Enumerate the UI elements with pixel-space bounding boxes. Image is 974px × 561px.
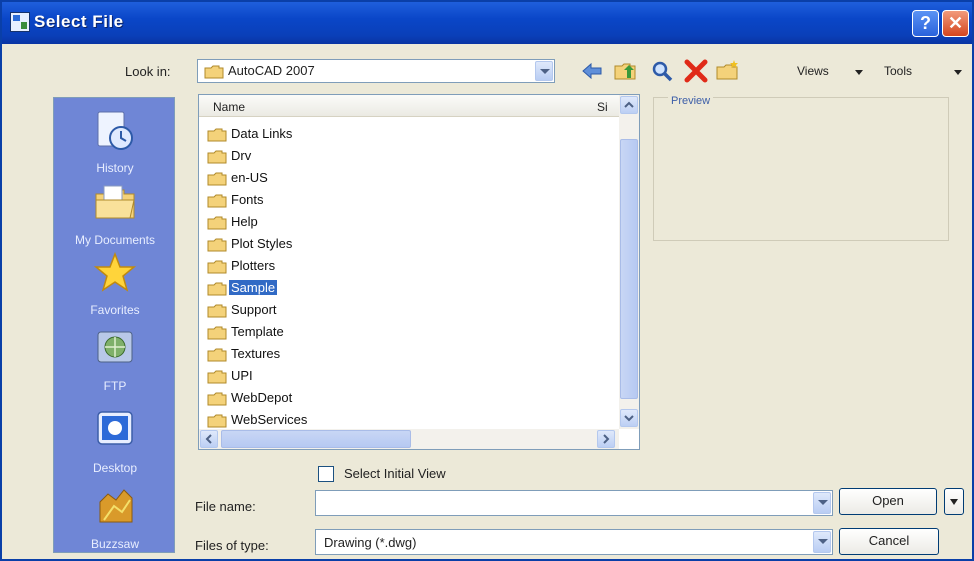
views-chevron-icon[interactable] [855,70,863,75]
look-in-label: Look in: [125,64,171,79]
select-initial-view-label: Select Initial View [344,466,446,481]
back-arrow-icon[interactable] [579,58,605,84]
files-of-type-dropdown[interactable]: Drawing (*.dwg) [315,529,833,555]
preview-pane: Preview [653,95,949,241]
folder-name: WebDepot [231,390,293,405]
folder-name: WebServices [231,412,308,427]
tools-menu[interactable]: Tools [884,64,912,78]
folder-name: Help [231,214,258,229]
chevron-up-icon [624,101,634,108]
place-label: History [96,161,134,175]
place-history[interactable]: History [54,108,176,175]
horizontal-scroll-thumb[interactable] [221,430,411,448]
folder-icon [207,216,227,230]
chevron-right-icon [603,434,610,444]
folder-name: Drv [231,148,252,163]
look-in-value: AutoCAD 2007 [228,63,315,78]
folder-name: Textures [231,346,281,361]
places-bar: History My Documents Favorites FTP Deskt… [53,97,175,553]
folder-icon [207,326,227,340]
column-header-size[interactable]: Si [597,100,608,114]
open-options-button[interactable] [944,488,964,515]
folder-icon [207,414,227,428]
folder-icon [207,282,227,296]
folder-name: Support [231,302,277,317]
folder-name: Template [231,324,284,339]
folder-icon [204,65,224,79]
place-buzzsaw[interactable]: Buzzsaw [54,484,176,551]
look-in-dropdown[interactable]: AutoCAD 2007 [197,59,555,83]
buzzsaw-icon [99,489,133,523]
desktop-icon [97,411,133,445]
chevron-down-icon[interactable] [813,531,831,553]
folder-icon [207,304,227,318]
scroll-left-arrow[interactable] [200,430,218,448]
files-of-type-value: Drawing (*.dwg) [324,535,417,550]
folder-name: Sample [229,280,278,295]
horizontal-scrollbar[interactable] [199,429,619,449]
help-button[interactable]: ? [912,10,939,37]
file-list[interactable]: Name Si Data Links Drv en-US Fonts Help Plot … [198,94,640,450]
place-label: My Documents [74,233,156,247]
title-bar[interactable]: Select File ? ✕ [2,2,972,44]
place-label: Desktop [92,461,138,475]
my-documents-icon [95,185,135,219]
folder-name: Fonts [231,192,264,207]
vertical-scrollbar[interactable] [619,95,639,429]
file-name-label: File name: [195,499,256,514]
chevron-down-icon [624,415,634,422]
folder-icon [207,194,227,208]
place-label: FTP [103,379,127,393]
autocad-app-icon [10,12,30,32]
select-initial-view-checkbox[interactable] [318,466,334,482]
folder-name: UPI [231,368,253,383]
place-label: Favorites [90,303,140,317]
views-menu[interactable]: Views [797,64,829,78]
cancel-button[interactable]: Cancel [839,528,939,555]
favorites-icon [93,251,137,292]
ftp-icon [97,331,133,363]
folder-icon [207,370,227,384]
place-my-documents[interactable]: My Documents [54,180,176,247]
dialog-title: Select File [34,12,124,31]
folder-icon [207,238,227,252]
chevron-down-icon[interactable] [813,492,831,514]
files-of-type-label: Files of type: [195,538,269,553]
folder-icon [207,172,227,186]
place-favorites[interactable]: Favorites [54,250,176,317]
folder-icon [207,392,227,406]
folder-icon [207,150,227,164]
column-header-name[interactable]: Name [213,100,245,114]
folder-name: en-US [231,170,268,185]
list-header: Name Si [199,95,619,117]
folder-name: Plotters [231,258,276,273]
folder-name: Plot Styles [231,236,293,251]
create-folder-icon[interactable] [715,58,741,84]
tools-chevron-icon[interactable] [954,70,962,75]
delete-icon[interactable] [683,58,709,84]
folder-name: Data Links [231,126,293,141]
chevron-down-icon[interactable] [535,61,553,81]
file-name-input[interactable] [315,490,833,516]
place-label: Buzzsaw [90,537,140,551]
folder-icon [207,260,227,274]
place-desktop[interactable]: Desktop [54,408,176,475]
select-file-dialog: Select File ? ✕ Look in: AutoCAD 2007 Vi… [0,0,974,561]
preview-label: Preview [668,95,714,107]
scroll-down-arrow[interactable] [620,409,638,427]
close-button[interactable]: ✕ [942,10,969,37]
scroll-up-arrow[interactable] [620,96,638,114]
place-ftp[interactable]: FTP [54,326,176,393]
vertical-scroll-thumb[interactable] [620,139,638,399]
up-folder-icon[interactable] [613,58,639,84]
folder-icon [207,348,227,362]
open-button[interactable]: Open [839,488,937,515]
search-web-icon[interactable] [649,58,675,84]
chevron-left-icon [205,434,212,444]
folder-icon [207,128,227,142]
scroll-right-arrow[interactable] [597,430,615,448]
history-icon [97,111,133,150]
